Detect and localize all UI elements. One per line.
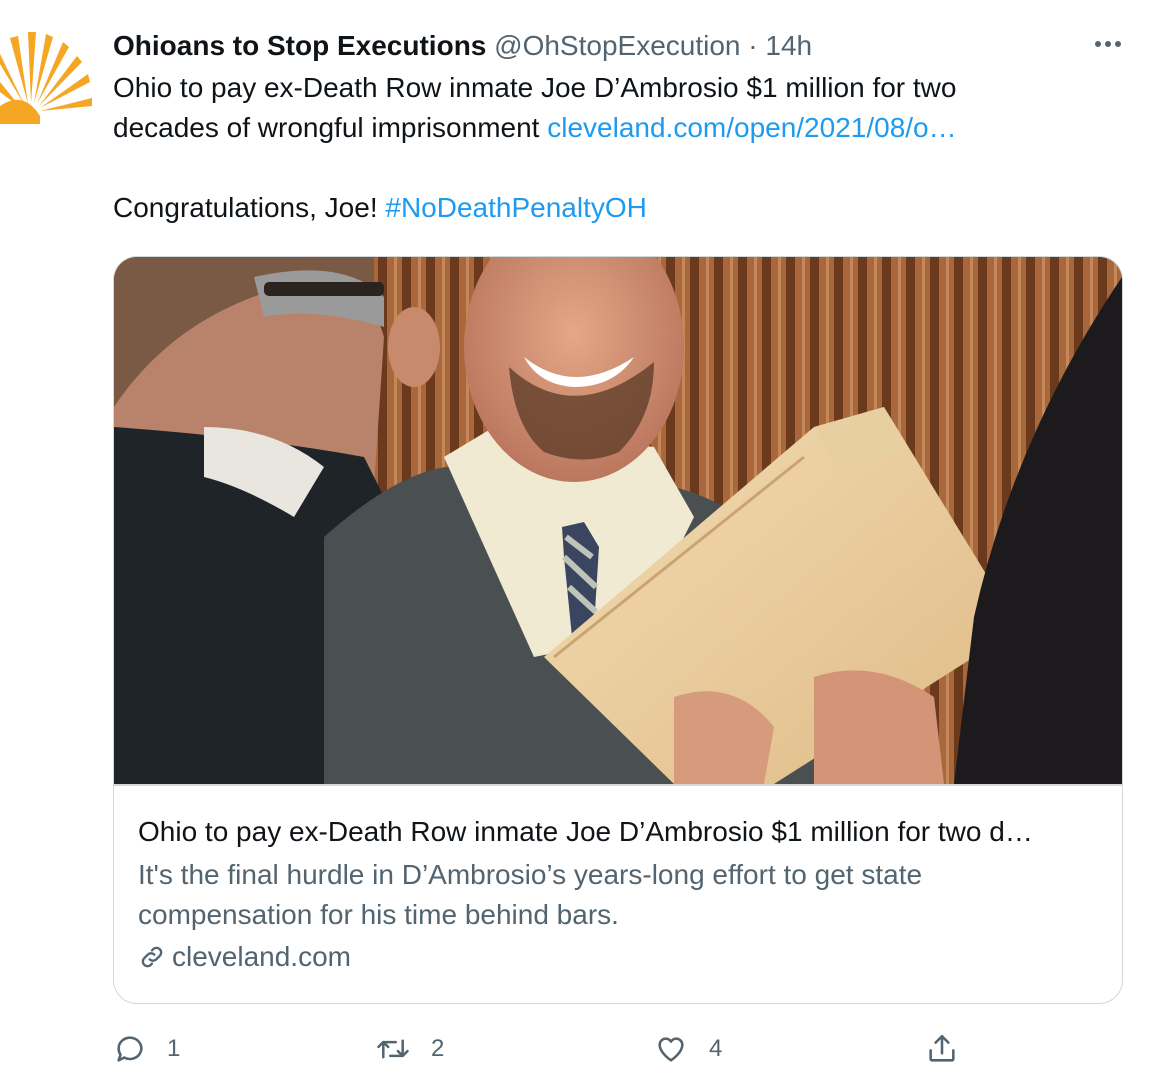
card-description: It's the final hurdle in D’Ambrosio’s ye… <box>138 859 923 930</box>
tweet-text: Ohio to pay ex-Death Row inmate Joe D’Am… <box>113 68 1123 228</box>
tweet-header: Ohioans to Stop Executions @OhStopExecut… <box>113 24 1123 68</box>
heart-icon <box>658 1037 684 1062</box>
card-title: Ohio to pay ex-Death Row inmate Joe D’Am… <box>138 816 1033 847</box>
tweet[interactable]: Ohioans to Stop Executions @OhStopExecut… <box>113 24 1123 1062</box>
display-name[interactable]: Ohioans to Stop Executions <box>113 30 486 61</box>
tweet-text-line: Ohio to pay ex-Death Row inmate Joe D’Am… <box>113 72 957 103</box>
reply-count: 1 <box>167 1035 181 1062</box>
link-preview-card[interactable]: Ohio to pay ex-Death Row inmate Joe D’Am… <box>113 256 1123 1004</box>
timestamp[interactable]: 14h <box>765 30 812 61</box>
retweet-icon <box>377 1039 409 1059</box>
reply-icon <box>117 1036 143 1062</box>
sunburst-logo-icon <box>0 32 92 124</box>
card-body: Ohio to pay ex-Death Row inmate Joe D’Am… <box>138 813 1098 977</box>
card-photo <box>114 257 1122 784</box>
reply-button[interactable]: 1 <box>113 1029 180 1069</box>
tweet-text-fragment: decades of wrongful imprisonment <box>113 112 540 143</box>
card-domain: cleveland.com <box>138 937 1098 977</box>
tweet-text-line: decades of wrongful imprisonment clevela… <box>113 108 1123 148</box>
share-icon <box>929 1034 955 1062</box>
tweet-text-fragment: Congratulations, Joe! <box>113 192 378 223</box>
like-count: 4 <box>709 1035 723 1062</box>
card-divider <box>114 784 1122 786</box>
link-icon <box>141 946 163 968</box>
hashtag-link[interactable]: #NoDeathPenaltyOH <box>385 192 646 223</box>
card-domain-label: cleveland.com <box>172 941 351 972</box>
separator: · <box>748 30 758 61</box>
avatar[interactable] <box>0 20 92 124</box>
retweet-count: 2 <box>431 1035 445 1062</box>
more-options-icon[interactable] <box>1088 22 1128 62</box>
tweet-text-line: Congratulations, Joe! #NoDeathPenaltyOH <box>113 188 1123 228</box>
retweet-button[interactable]: 2 <box>375 1029 444 1069</box>
tweet-actions: 1 2 4 <box>113 1029 1123 1069</box>
article-link[interactable]: cleveland.com/open/2021/08/o… <box>547 112 956 143</box>
share-button[interactable] <box>925 1029 959 1069</box>
handle[interactable]: @OhStopExecution <box>494 30 740 61</box>
like-button[interactable]: 4 <box>653 1029 722 1069</box>
